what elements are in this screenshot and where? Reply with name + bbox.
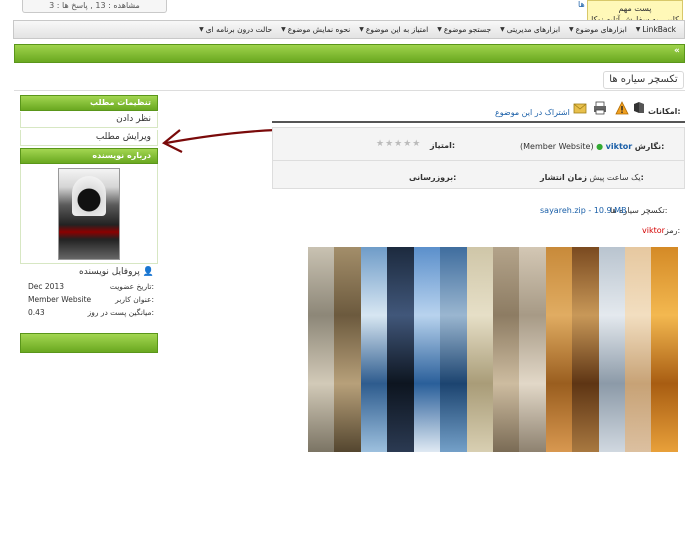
divider [272,160,685,161]
sidebar-item-comment[interactable]: نظر دادن [20,112,158,128]
author-name-link[interactable]: viktor [606,142,633,151]
publish-date-value: یک ساعت پیش [589,173,641,182]
thread-title: تکسچر سیاره ها [603,71,684,89]
profile-label: پروفایل نویسنده [79,267,140,277]
texture-strip [466,247,493,452]
author-label: نگارش: [634,142,665,151]
thread-menu-bar: LinkBack ▼ ابزارهای موضوع ▼ ابزارهای مدیری… [13,20,685,39]
avg-posts-value: 0.43 [28,308,45,317]
texture-strip [387,247,414,452]
tools-label: امکانات: [648,107,681,116]
planet-textures-image [308,247,678,452]
texture-strip [572,247,599,452]
sidebar-author-heading: درباره نویسنده [20,148,158,164]
user-icon: 👤 [142,267,154,277]
menu-linkback[interactable]: LinkBack ▼ [636,25,676,34]
subscribe-thread-link[interactable]: اشتراک در این موضوع [495,108,570,117]
menu-label: ابزارهای موضوع [575,25,627,34]
sidebar-footer-bar [20,333,158,353]
caret-down-icon: ▼ [569,26,574,33]
texture-strip [360,247,388,452]
password-value: viktor [642,226,665,235]
texture-strip [519,247,546,452]
password-label: رمز: [664,226,681,235]
caret-down-icon: ▼ [281,26,286,33]
user-title-row: عنوان کاربر: Member Website [20,294,158,306]
caret-down-icon: ▼ [635,26,641,33]
rating-stars[interactable]: ★★★★★ [376,139,421,149]
rating-label: امتیاز: [430,141,456,150]
avg-posts-label: میانگین پست در روز: [87,308,154,317]
download-file-link[interactable]: sayareh.zip - 10.9 MB [540,206,627,215]
user-title-value: Member Website [28,295,92,304]
join-date-value: Dec 2013 [28,282,64,291]
divider [272,121,685,123]
texture-strip [651,247,678,452]
texture-strip [440,247,467,452]
email-icon[interactable] [573,101,587,115]
menu-inline-mode[interactable]: حالت درون برنامه ای ▼ [199,25,272,34]
sidebar-item-edit[interactable]: ویرایش مطلب [20,130,158,146]
user-title-label: عنوان کاربر: [115,295,154,304]
post-author-line: (Member Website) ● viktor نگارش: [520,142,664,151]
join-date-row: تاریخ عضویت: Dec 2013 [20,281,158,293]
print-icon[interactable] [593,101,607,115]
texture-strip [625,247,652,452]
menu-admin-tools[interactable]: ابزارهای مدیریتی ▼ [500,25,560,34]
menu-display-mode[interactable]: نحوه نمایش موضوع ▼ [281,25,350,34]
avatar-figure [72,176,106,216]
menu-rate-thread[interactable]: امتیاز به این موضوع ▼ [359,25,428,34]
texture-strip [308,247,335,452]
texture-strip [598,247,626,452]
tooltip-title: پست مهم [618,4,652,13]
menu-label: نحوه نمایش موضوع [287,25,351,34]
caret-down-icon: ▼ [359,26,364,33]
menu-label: جستجو موضوع [443,25,492,34]
warning-icon[interactable] [615,101,629,115]
menu-label: ابزارهای مدیریتی [506,25,561,34]
views-replies-counter: مشاهده : 13 , پاسخ ها : 3 [22,0,167,13]
menu-label: حالت درون برنامه ای [205,25,273,34]
update-label: بروزرسانی: [409,173,457,182]
menu-search-thread[interactable]: جستجو موضوع ▼ [437,25,491,34]
author-profile-link[interactable]: پروفایل نویسنده 👤 [20,265,158,279]
caret-down-icon: ▼ [500,26,505,33]
bookmark-icon[interactable] [632,101,646,115]
texture-strip [492,247,520,452]
texture-strip [413,247,441,452]
menu-label: امتیاز به این موضوع [365,25,429,34]
page: مشاهده : 13 , پاسخ ها : 3 ها پست مهم کلی… [0,0,700,557]
avg-posts-row: میانگین پست در روز: 0.43 [20,307,158,319]
member-title: (Member Website) [520,142,594,151]
sidebar-settings-heading: تنظیمات مطلب [20,95,158,111]
password-line: viktorرمز: [642,226,680,235]
collapse-arrows-icon[interactable]: « [674,46,684,58]
caret-down-icon: ▼ [199,26,204,33]
thread-header-bar [14,44,685,63]
publish-date-line: یک ساعت پیش زمان انتشار: [540,173,644,182]
join-date-label: تاریخ عضویت: [109,282,154,291]
caret-down-icon: ▼ [437,26,442,33]
texture-strip [545,247,573,452]
menu-thread-tools[interactable]: ابزارهای موضوع ▼ [569,25,627,34]
texture-strip [334,247,361,452]
menu-label: LinkBack [642,25,676,34]
annotation-arrow-icon [161,128,277,153]
online-status-icon: ● [596,142,604,151]
divider [14,90,685,91]
